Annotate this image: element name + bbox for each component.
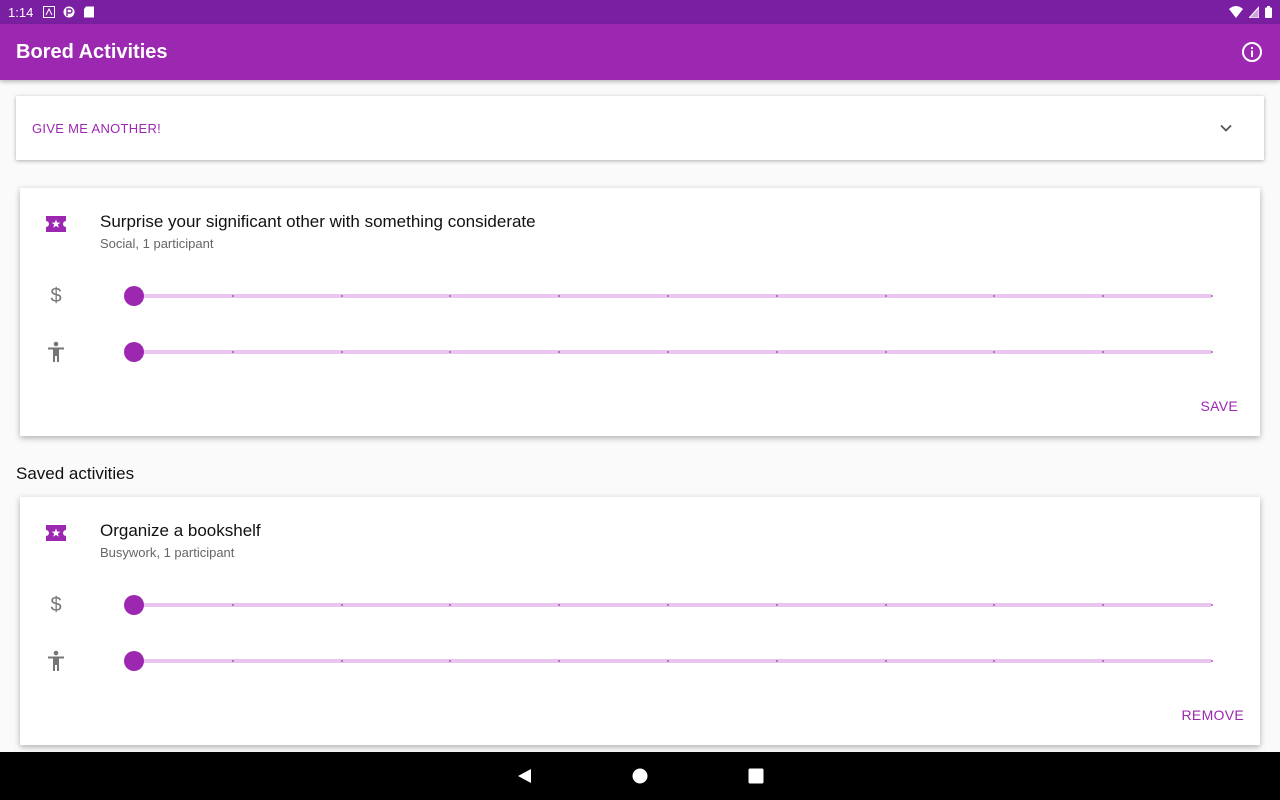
battery-icon	[1265, 6, 1272, 18]
recents-square-icon	[748, 768, 764, 784]
slider-tick	[1102, 295, 1105, 297]
slider-tick	[558, 660, 561, 662]
home-circle-icon	[632, 768, 648, 784]
slider-tick	[340, 295, 343, 297]
slider-thumb[interactable]	[124, 286, 144, 306]
slider-tick	[775, 295, 778, 297]
ticket-star-icon	[46, 216, 66, 232]
slider-tick	[231, 295, 234, 297]
slider-tick	[449, 604, 452, 606]
accessibility-icon	[46, 340, 66, 364]
status-bar: 1:14	[0, 0, 1280, 24]
slider-tick	[884, 351, 887, 353]
back-triangle-icon	[518, 769, 531, 783]
price-slider[interactable]	[124, 595, 1213, 615]
activity-title: Surprise your significant other with som…	[100, 212, 536, 231]
activity-subtitle: Busywork, 1 participant	[100, 545, 235, 560]
slider-tick	[231, 660, 234, 662]
give-me-another-panel[interactable]: GIVE ME ANOTHER!	[16, 96, 1264, 160]
recents-button[interactable]	[746, 766, 766, 786]
slider-tick	[340, 604, 343, 606]
wifi-icon	[1229, 6, 1243, 18]
dollar-icon: $	[50, 593, 62, 616]
app-title: Bored Activities	[16, 40, 168, 63]
current-activity-card: Surprise your significant other with som…	[20, 188, 1260, 436]
signal-icon	[1249, 6, 1259, 18]
slider-tick	[340, 351, 343, 353]
slider-tick	[993, 295, 996, 297]
slider-tick	[993, 660, 996, 662]
slider-tick	[449, 351, 452, 353]
accessibility-slider[interactable]	[124, 651, 1213, 671]
status-right	[1229, 6, 1272, 18]
slider-tick	[558, 604, 561, 606]
slider-tick	[884, 660, 887, 662]
font-icon	[43, 6, 56, 18]
slider-thumb[interactable]	[124, 651, 144, 671]
slider-tick	[1211, 660, 1213, 662]
saved-activity-card: Organize a bookshelf Busywork, 1 partici…	[20, 497, 1260, 745]
slider-tick	[993, 604, 996, 606]
slider-tick	[1102, 351, 1105, 353]
saved-activities-heading: Saved activities	[16, 464, 135, 483]
slider-tick	[231, 351, 234, 353]
app-notification-icon	[63, 6, 75, 18]
chevron-down-icon[interactable]	[1218, 120, 1234, 136]
sd-card-icon	[84, 6, 95, 18]
ticket-star-icon	[46, 525, 66, 541]
slider-tick	[1102, 604, 1105, 606]
accessibility-slider[interactable]	[124, 342, 1213, 362]
dollar-icon: $	[50, 284, 62, 307]
home-button[interactable]	[630, 766, 650, 786]
slider-tick	[884, 295, 887, 297]
slider-tick	[340, 660, 343, 662]
system-nav-bar	[0, 752, 1280, 800]
slider-tick	[884, 604, 887, 606]
remove-button[interactable]: REMOVE	[1182, 707, 1244, 723]
slider-tick	[558, 351, 561, 353]
save-button[interactable]: SAVE	[1200, 398, 1238, 414]
give-me-another-button[interactable]: GIVE ME ANOTHER!	[32, 121, 161, 136]
accessibility-icon	[46, 649, 66, 673]
slider-tick	[558, 295, 561, 297]
activity-subtitle: Social, 1 participant	[100, 236, 214, 251]
slider-tick	[993, 351, 996, 353]
price-slider[interactable]	[124, 286, 1213, 306]
info-icon[interactable]	[1240, 40, 1264, 64]
app-bar: Bored Activities	[0, 24, 1280, 80]
slider-thumb[interactable]	[124, 342, 144, 362]
slider-tick	[1211, 295, 1213, 297]
activity-title: Organize a bookshelf	[100, 521, 261, 540]
slider-tick	[775, 351, 778, 353]
slider-tick	[667, 660, 669, 662]
slider-tick	[231, 604, 234, 606]
slider-tick	[667, 295, 669, 297]
slider-tick	[449, 660, 452, 662]
slider-thumb[interactable]	[124, 595, 144, 615]
slider-tick	[1211, 604, 1213, 606]
back-button[interactable]	[514, 766, 534, 786]
slider-tick	[667, 351, 669, 353]
slider-tick	[775, 604, 778, 606]
slider-tick	[1102, 660, 1105, 662]
slider-tick	[667, 604, 669, 606]
status-time: 1:14	[8, 4, 34, 20]
slider-tick	[775, 660, 778, 662]
slider-tick	[449, 295, 452, 297]
slider-tick	[1211, 351, 1213, 353]
